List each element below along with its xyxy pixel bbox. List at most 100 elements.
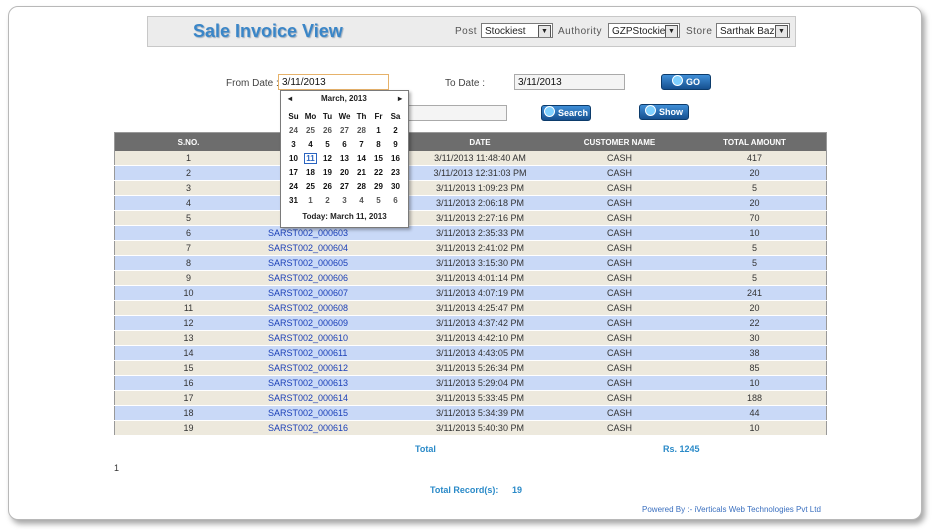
- cell-invoice-link[interactable]: SARST002_000614: [262, 390, 404, 406]
- cell-sno: 17: [114, 390, 262, 406]
- total-value: Rs. 1245: [663, 444, 700, 454]
- calendar-day[interactable]: 3: [285, 137, 302, 151]
- chevron-down-icon: ▼: [665, 25, 678, 37]
- calendar-day[interactable]: 18: [302, 165, 319, 179]
- calendar-day[interactable]: 28: [353, 123, 370, 137]
- table-row: 18 SARST002_000615 3/11/2013 5:34:39 PM CAS…: [114, 405, 827, 421]
- weekday-label: Su: [288, 111, 299, 121]
- table-header-row: S.NO. DATE CUSTOMER NAME TOTAL AMOUNT: [114, 132, 827, 151]
- calendar-day[interactable]: 27: [336, 179, 353, 193]
- calendar-day[interactable]: 7: [353, 137, 370, 151]
- calendar-day[interactable]: 17: [285, 165, 302, 179]
- calendar-day[interactable]: 15: [370, 151, 387, 165]
- store-select[interactable]: Sarthak Baza ▼: [716, 23, 790, 38]
- calendar-day[interactable]: 1: [370, 123, 387, 137]
- cell-date: 3/11/2013 5:33:45 PM: [404, 390, 556, 406]
- calendar-day[interactable]: 13: [336, 151, 353, 165]
- calendar-day[interactable]: 3: [336, 193, 353, 207]
- search-button[interactable]: Search: [541, 105, 591, 121]
- calendar-day[interactable]: 24: [285, 123, 302, 137]
- calendar-day[interactable]: 5: [319, 137, 336, 151]
- cell-invoice-link[interactable]: SARST002_000608: [262, 300, 404, 316]
- go-button[interactable]: GO: [661, 74, 711, 90]
- invoice-table: S.NO. DATE CUSTOMER NAME TOTAL AMOUNT 13…: [114, 132, 827, 436]
- go-button-label: GO: [685, 77, 700, 87]
- cell-date: 3/11/2013 2:35:33 PM: [404, 225, 556, 241]
- calendar-day[interactable]: 11: [302, 151, 319, 165]
- cell-date: 3/11/2013 2:06:18 PM: [404, 195, 556, 211]
- calendar-day[interactable]: 2: [387, 123, 404, 137]
- show-all-button[interactable]: Show All: [639, 104, 689, 131]
- calendar-day[interactable]: 24: [285, 179, 302, 193]
- calendar-day[interactable]: 8: [370, 137, 387, 151]
- cell-invoice-link[interactable]: SARST002_000616: [262, 420, 404, 436]
- cell-amount: 241: [683, 285, 827, 301]
- calendar-day[interactable]: 29: [370, 179, 387, 193]
- calendar-day[interactable]: 2: [319, 193, 336, 207]
- calendar-next-icon[interactable]: ▸: [398, 94, 402, 103]
- calendar-day[interactable]: 28: [353, 179, 370, 193]
- post-select[interactable]: Stockiest ▼: [481, 23, 553, 38]
- from-date-input[interactable]: 3/11/2013: [278, 74, 389, 90]
- calendar-day[interactable]: 14: [353, 151, 370, 165]
- cell-invoice-link[interactable]: SARST002_000609: [262, 315, 404, 331]
- table-row: 4 3/11/2013 2:06:18 PM CASH 20: [114, 195, 827, 211]
- calendar-day[interactable]: 31: [285, 193, 302, 207]
- calendar-day[interactable]: 21: [353, 165, 370, 179]
- calendar-day[interactable]: 10: [285, 151, 302, 165]
- post-select-value: Stockiest: [485, 26, 526, 37]
- cell-invoice-link[interactable]: SARST002_000605: [262, 255, 404, 271]
- cell-date: 3/11/2013 3:15:30 PM: [404, 255, 556, 271]
- table-row: 5 3/11/2013 2:27:16 PM CASH 70: [114, 210, 827, 226]
- calendar-day[interactable]: 6: [336, 137, 353, 151]
- cell-invoice-link[interactable]: SARST002_000615: [262, 405, 404, 421]
- calendar-day[interactable]: 23: [387, 165, 404, 179]
- calendar-day[interactable]: 30: [387, 179, 404, 193]
- calendar-day[interactable]: 1: [302, 193, 319, 207]
- cell-invoice-link[interactable]: SARST002_000613: [262, 375, 404, 391]
- calendar-day[interactable]: 19: [319, 165, 336, 179]
- calendar-day[interactable]: 12: [319, 151, 336, 165]
- cell-amount: 417: [683, 151, 827, 166]
- search-input[interactable]: [400, 105, 507, 121]
- table-row: 9 SARST002_000606 3/11/2013 4:01:14 PM CASH…: [114, 270, 827, 286]
- calendar-day[interactable]: 27: [336, 123, 353, 137]
- cell-amount: 5: [683, 180, 827, 196]
- cell-amount: 38: [683, 345, 827, 361]
- post-label: Post: [455, 26, 478, 37]
- cell-invoice-link[interactable]: SARST002_000604: [262, 240, 404, 256]
- cell-invoice-link[interactable]: SARST002_000612: [262, 360, 404, 376]
- cell-date: 3/11/2013 4:37:42 PM: [404, 315, 556, 331]
- authority-select[interactable]: GZPStockies ▼: [608, 23, 680, 38]
- from-date-label: From Date :: [226, 78, 279, 89]
- calendar-day[interactable]: 6: [387, 193, 404, 207]
- calendar-today-link[interactable]: Today: March 11, 2013: [281, 212, 408, 221]
- calendar-day[interactable]: 4: [302, 137, 319, 151]
- cell-invoice-link[interactable]: SARST002_000607: [262, 285, 404, 301]
- table-row: 3 3/11/2013 1:09:23 PM CASH 5: [114, 180, 827, 196]
- cell-invoice-link[interactable]: SARST002_000610: [262, 330, 404, 346]
- col-customer: CUSTOMER NAME: [556, 132, 683, 151]
- calendar-day[interactable]: 25: [302, 123, 319, 137]
- calendar-day[interactable]: 4: [353, 193, 370, 207]
- calendar-day[interactable]: 16: [387, 151, 404, 165]
- calendar-day[interactable]: 9: [387, 137, 404, 151]
- cell-customer: CASH: [556, 270, 683, 286]
- calendar-day[interactable]: 26: [319, 123, 336, 137]
- calendar-day[interactable]: 20: [336, 165, 353, 179]
- calendar-day[interactable]: 25: [302, 179, 319, 193]
- chevron-down-icon: ▼: [775, 25, 788, 37]
- cell-date: 3/11/2013 12:31:03 PM: [404, 165, 556, 181]
- cell-customer: CASH: [556, 225, 683, 241]
- weekday-label: We: [338, 111, 351, 121]
- calendar-prev-icon[interactable]: ◂: [288, 94, 292, 103]
- cell-date: 3/11/2013 1:09:23 PM: [404, 180, 556, 196]
- pager-page-link[interactable]: 1: [114, 463, 119, 473]
- cell-invoice-link[interactable]: SARST002_000606: [262, 270, 404, 286]
- calendar-day[interactable]: 22: [370, 165, 387, 179]
- cell-date: 3/11/2013 4:25:47 PM: [404, 300, 556, 316]
- to-date-input[interactable]: 3/11/2013: [514, 74, 625, 90]
- calendar-day[interactable]: 26: [319, 179, 336, 193]
- calendar-day[interactable]: 5: [370, 193, 387, 207]
- cell-invoice-link[interactable]: SARST002_000611: [262, 345, 404, 361]
